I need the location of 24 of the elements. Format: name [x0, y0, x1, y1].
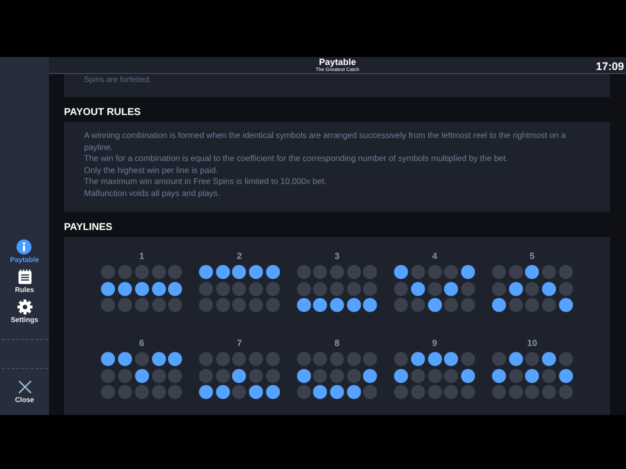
payline-number: 10: [527, 338, 538, 348]
close-icon: [16, 379, 32, 395]
rule-text: Spins are forfeited.: [84, 75, 152, 84]
payline-number: 4: [432, 251, 438, 261]
payline-number: 2: [236, 251, 242, 261]
payline-number: 3: [334, 251, 340, 261]
payline-number: 5: [530, 251, 535, 261]
rule-text: The maximum win amount in Free Spins is limited to 10,000x bet.: [84, 176, 328, 188]
rule-text: Malfunction voids all pays and plays.: [84, 188, 221, 199]
section-heading: PAYOUT RULES: [64, 107, 142, 118]
payline-number: 7: [236, 338, 242, 348]
rule-text: A winning combination is formed when the identical symbols are arranged successively from the leftmost reel to the rightmost on a payline.: [84, 130, 567, 153]
settings-icon: [16, 299, 32, 315]
section-heading: PAYLINES: [64, 222, 114, 233]
payline-number: 6: [139, 338, 144, 348]
rule-text: The win for a combination is equal to the coefficient for the corresponding number of symbols multiplied by the bet.: [84, 153, 509, 164]
payline-number: 1: [139, 251, 144, 261]
rule-text: Only the highest win per line is paid.: [84, 164, 220, 176]
payline-number: 8: [334, 338, 340, 348]
page-title: Paytable: [318, 57, 356, 67]
notepad-icon: [16, 269, 32, 285]
clock-time: 17:09: [596, 61, 624, 73]
info-icon: [16, 239, 32, 255]
payline-number: 9: [432, 338, 438, 348]
